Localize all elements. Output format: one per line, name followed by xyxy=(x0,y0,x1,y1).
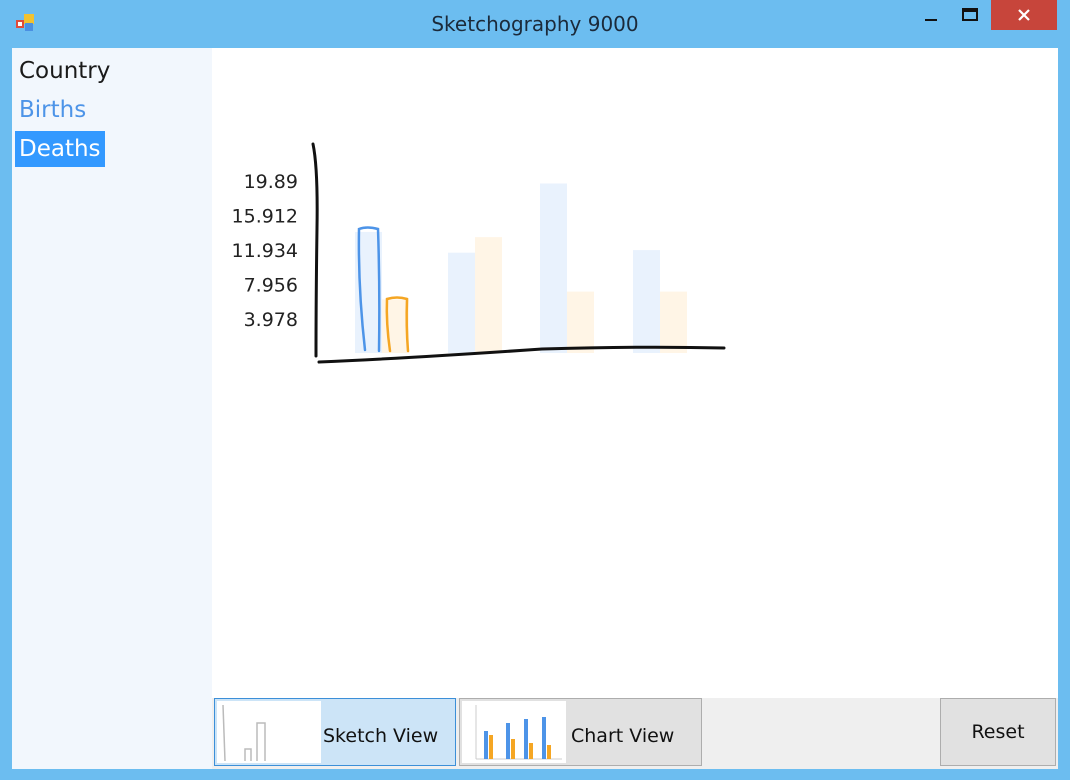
close-icon xyxy=(1018,9,1030,21)
bar-deaths-3 xyxy=(660,291,687,353)
bar-births-3 xyxy=(633,250,660,353)
chart-thumbnail xyxy=(462,701,566,763)
sketch-canvas[interactable]: 19.89 15.912 11.934 7.956 3.978 xyxy=(212,48,1058,698)
sketch-thumbnail xyxy=(217,701,321,763)
field-item-births[interactable]: Births xyxy=(15,92,90,128)
field-list: Country Births Deaths xyxy=(12,48,212,769)
minimize-icon xyxy=(925,19,937,21)
chart-view-button[interactable]: Chart View xyxy=(459,698,702,766)
close-button[interactable] xyxy=(991,0,1057,30)
minimize-button[interactable] xyxy=(910,0,952,30)
y-axis-stroke xyxy=(311,142,319,358)
y-tick-label: 3.978 xyxy=(244,309,298,331)
field-item-deaths[interactable]: Deaths xyxy=(15,131,105,167)
y-tick-label: 15.912 xyxy=(232,206,298,228)
sketch-view-label: Sketch View xyxy=(323,725,439,747)
y-tick-label: 7.956 xyxy=(244,275,298,297)
client-area: Country Births Deaths 19.89 15.912 11.934 7… xyxy=(12,48,1058,769)
bar-deaths-1 xyxy=(475,237,502,353)
chart-view-label: Chart View xyxy=(571,725,675,747)
sketch-chart: 19.89 15.912 11.934 7.956 3.978 xyxy=(232,142,726,364)
title-bar: Sketchography 9000 xyxy=(0,0,1070,48)
bar-deaths-2 xyxy=(567,291,594,353)
field-item-country[interactable]: Country xyxy=(15,53,114,89)
bar-births-1 xyxy=(448,252,475,353)
y-tick-label: 19.89 xyxy=(244,171,298,193)
y-tick-label: 11.934 xyxy=(232,240,298,262)
bar-births-2 xyxy=(540,183,567,353)
sketch-view-button[interactable]: Sketch View xyxy=(214,698,456,766)
reset-button[interactable]: Reset xyxy=(940,698,1056,766)
maximize-icon xyxy=(962,8,978,21)
bottom-toolbar: Sketch View Chart View Reset xyxy=(212,698,1058,769)
maximize-button[interactable] xyxy=(952,0,988,30)
